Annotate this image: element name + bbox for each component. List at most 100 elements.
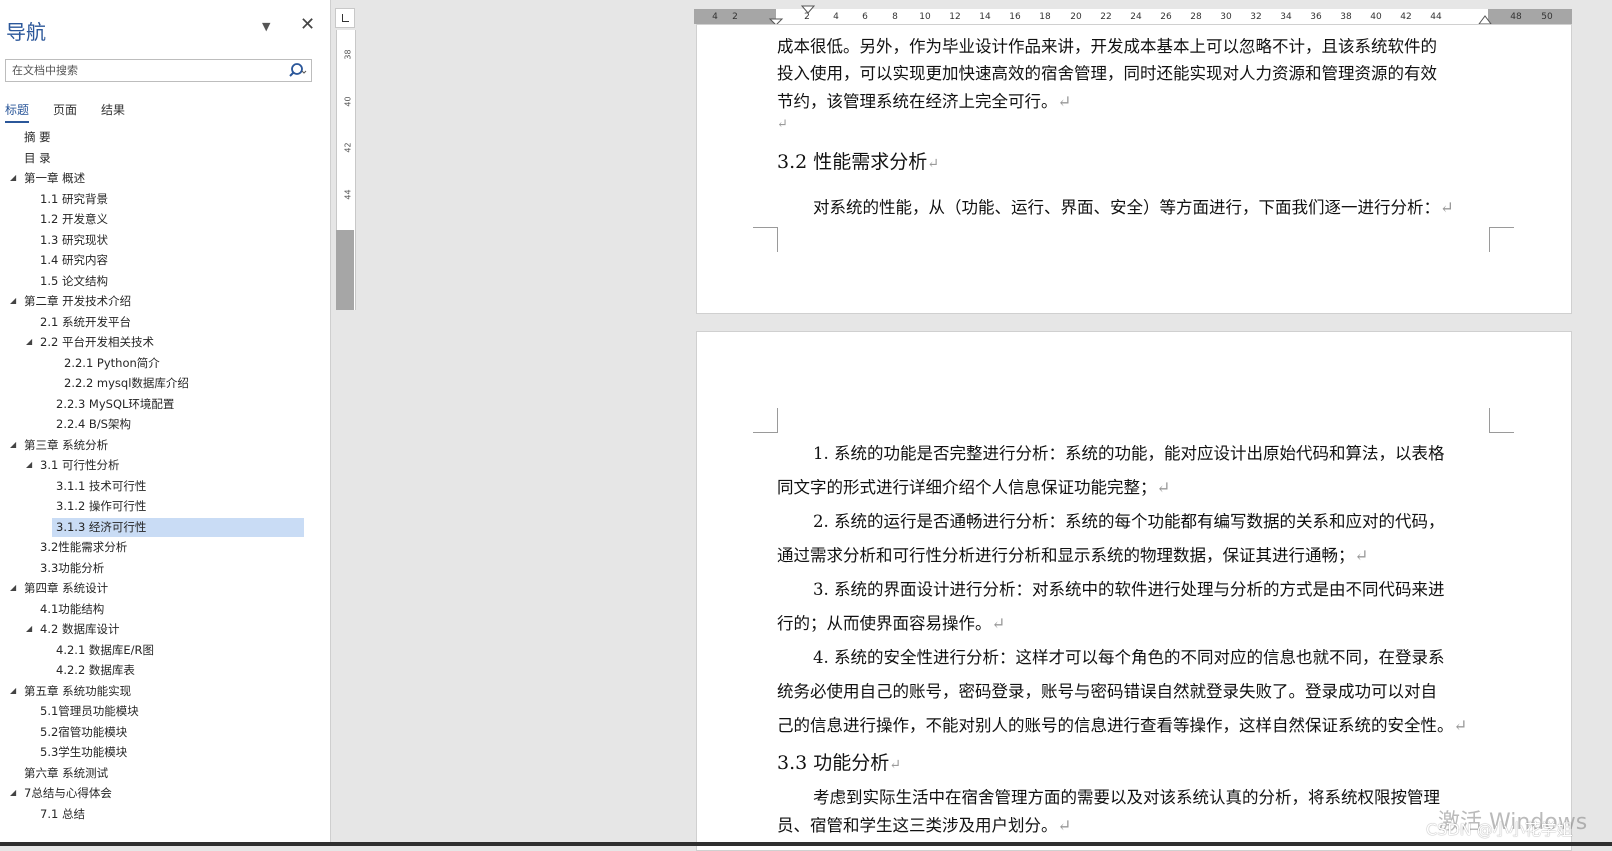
nav-heading-item[interactable]: 2.2.3 MySQL环境配置: [56, 395, 174, 414]
ruler-tick-label: 22: [1100, 12, 1112, 22]
tab-pages[interactable]: 页面: [53, 101, 77, 118]
nav-heading-item[interactable]: 2.1 系统开发平台: [40, 313, 131, 332]
nav-heading-item[interactable]: 3.3功能分析: [40, 559, 104, 578]
ruler-tick-label: 18: [1039, 12, 1051, 22]
ruler-tick-label: 40: [343, 96, 353, 107]
page2-paragraph-line-1: 考虑到实际生活中在宿舍管理方面的需要以及对该系统认真的分析，将系统权限按管理: [813, 788, 1440, 807]
nav-heading-item[interactable]: 第四章 系统设计: [24, 579, 108, 598]
expand-caret-icon[interactable]: ◢: [26, 460, 32, 469]
ruler-tick-label: 44: [343, 189, 353, 200]
expand-caret-icon[interactable]: ◢: [10, 296, 16, 305]
nav-heading-item[interactable]: 4.1功能结构: [40, 600, 104, 619]
nav-options-dropdown-icon[interactable]: ▼: [262, 20, 270, 33]
page2-line-5: 3. 系统的界面设计进行分析：对系统中的软件进行处理与分析的方式是由不同代码来进: [813, 580, 1445, 599]
vertical-ruler-margin: [336, 230, 354, 310]
margin-corner-top-right: [1489, 408, 1514, 433]
ruler-tick-label: 38: [1340, 12, 1352, 22]
nav-heading-item[interactable]: 第五章 系统功能实现: [24, 682, 131, 701]
nav-heading-item[interactable]: 3.1.2 操作可行性: [56, 497, 146, 516]
search-icon[interactable]: [287, 61, 307, 81]
ruler-tick-label: 20: [1070, 12, 1082, 22]
margin-corner-top-left: [753, 408, 778, 433]
nav-heading-item[interactable]: 4.2 数据库设计: [40, 620, 119, 639]
ruler-tick-label: 44: [1430, 12, 1442, 22]
document-page-2[interactable]: 1. 系统的功能是否完整进行分析：系统的功能，能对应设计出原始代码和算法，以表格…: [696, 331, 1572, 851]
nav-heading-item[interactable]: 2.2.1 Python简介: [64, 354, 160, 373]
nav-heading-item[interactable]: 1.1 研究背景: [40, 190, 108, 209]
tab-headings[interactable]: 标题: [5, 101, 30, 123]
ruler-tick-label: 42: [1400, 12, 1412, 22]
tab-results[interactable]: 结果: [101, 101, 125, 118]
page2-line-2: 同文字的形式进行详细介绍个人信息保证功能完整；↵: [777, 478, 1171, 497]
heading-3-3: 3.3 功能分析↵: [777, 752, 901, 774]
page2-line-1: 1. 系统的功能是否完整进行分析：系统的功能，能对应设计出原始代码和算法，以表格: [813, 444, 1445, 463]
page1-paragraph: 对系统的性能，从（功能、运行、界面、安全）等方面进行，下面我们逐一进行分析：↵: [813, 198, 1454, 217]
tab-selector[interactable]: [335, 8, 355, 28]
page1-line-2: 投入使用，可以实现更加快速高效的宿舍管理，同时还能实现对人力资源和管理资源的有效: [777, 64, 1437, 83]
ruler-tick-label: 2: [732, 12, 738, 22]
expand-caret-icon[interactable]: ◢: [10, 583, 16, 592]
nav-heading-item[interactable]: 2.2 平台开发相关技术: [40, 333, 154, 352]
expand-caret-icon[interactable]: ◢: [10, 788, 16, 797]
expand-caret-icon[interactable]: ◢: [26, 624, 32, 633]
margin-corner-bottom-right: [1489, 227, 1514, 252]
nav-heading-item[interactable]: 3.2性能需求分析: [40, 538, 127, 557]
nav-heading-item[interactable]: 4.2.1 数据库E/R图: [56, 641, 154, 660]
nav-heading-item[interactable]: 5.3学生功能模块: [40, 743, 127, 762]
page2-line-4: 通过需求分析和可行性分析进行分析和显示系统的物理数据，保证其进行通畅；↵: [777, 546, 1369, 565]
heading-3-2: 3.2 性能需求分析↵: [777, 151, 939, 173]
ruler-tick-label: 24: [1130, 12, 1142, 22]
nav-heading-item[interactable]: 1.4 研究内容: [40, 251, 108, 270]
ruler-tick-label: 36: [1310, 12, 1322, 22]
ruler-tick-label: 8: [892, 12, 898, 22]
nav-heading-item[interactable]: 1.5 论文结构: [40, 272, 108, 291]
ruler-tick-label: 26: [1160, 12, 1172, 22]
nav-heading-item[interactable]: 第三章 系统分析: [24, 436, 108, 455]
page2-line-7: 4. 系统的安全性进行分析：这样才可以每个角色的不同对应的信息也就不同，在登录系: [813, 648, 1445, 667]
ruler-tick-label: 28: [1190, 12, 1202, 22]
nav-heading-item[interactable]: 摘 要: [24, 128, 51, 147]
expand-caret-icon[interactable]: ◢: [10, 686, 16, 695]
nav-heading-item[interactable]: 2.2.2 mysql数据库介绍: [64, 374, 189, 393]
search-input[interactable]: [6, 60, 282, 81]
nav-heading-item[interactable]: 4.2.2 数据库表: [56, 661, 135, 680]
nav-heading-item[interactable]: 第二章 开发技术介绍: [24, 292, 131, 311]
ruler-tick-label: 38: [343, 49, 353, 60]
expand-caret-icon[interactable]: ◢: [10, 440, 16, 449]
credit-watermark: CSDN @小小花学姐: [1426, 820, 1573, 839]
nav-heading-item[interactable]: 5.2宿管功能模块: [40, 723, 127, 742]
nav-heading-item[interactable]: 3.1.3 经济可行性: [52, 517, 304, 537]
document-page-1[interactable]: 成本很低。另外，作为毕业设计作品来讲，开发成本基本上可以忽略不计，且该系统软件的…: [696, 24, 1572, 314]
bottom-bar: [0, 842, 1612, 846]
ruler-tick-label: 32: [1250, 12, 1262, 22]
page1-line-3: 节约，该管理系统在经济上完全可行。↵: [777, 92, 1072, 111]
nav-heading-item[interactable]: 5.1管理员功能模块: [40, 702, 139, 721]
nav-heading-item[interactable]: 第一章 概述: [24, 169, 85, 188]
ruler-tick-label: 30: [1220, 12, 1232, 22]
nav-heading-item[interactable]: 7.1 总结: [40, 805, 85, 824]
page1-line-1: 成本很低。另外，作为毕业设计作品来讲，开发成本基本上可以忽略不计，且该系统软件的: [777, 37, 1437, 56]
nav-heading-item[interactable]: 1.3 研究现状: [40, 231, 108, 250]
ruler-tick-label: 40: [1370, 12, 1382, 22]
nav-heading-item[interactable]: 7总结与心得体会: [24, 784, 112, 803]
nav-heading-item[interactable]: 第六章 系统测试: [24, 764, 108, 783]
expand-caret-icon[interactable]: ◢: [10, 173, 16, 182]
close-icon[interactable]: ✕: [300, 14, 315, 35]
nav-search-box[interactable]: [5, 59, 312, 82]
nav-heading-item[interactable]: 3.1 可行性分析: [40, 456, 119, 475]
nav-heading-item[interactable]: 3.1.1 技术可行性: [56, 477, 146, 496]
navigation-pane: 导航 ▼ ✕ 标题 页面 结果 摘 要目 录 ◢ 第一章 概述 1.1 研究背景1.2…: [0, 0, 331, 846]
ruler-tick-label: 48: [1510, 12, 1522, 22]
page2-line-8: 统务必使用自己的账号，密码登录，账号与密码错误自然就登录失败了。登录成功可以对自: [777, 682, 1437, 701]
ruler-tick-label: 34: [1280, 12, 1292, 22]
page2-line-9: 己的信息进行操作，不能对别人的账号的信息进行查看等操作，这样自然保证系统的安全性…: [777, 716, 1468, 735]
page2-line-6: 行的；从而使界面容易操作。↵: [777, 614, 1006, 633]
nav-heading-item[interactable]: 2.2.4 B/S架构: [56, 415, 131, 434]
expand-caret-icon[interactable]: ◢: [26, 337, 32, 346]
nav-heading-item[interactable]: 1.2 开发意义: [40, 210, 108, 229]
first-line-indent-icon[interactable]: [801, 5, 815, 15]
empty-paragraph-mark: ↵: [777, 117, 788, 132]
nav-heading-item[interactable]: 目 录: [24, 149, 51, 168]
ruler-tick-label: 50: [1541, 12, 1553, 22]
ruler-tick-label: 4: [833, 12, 839, 22]
